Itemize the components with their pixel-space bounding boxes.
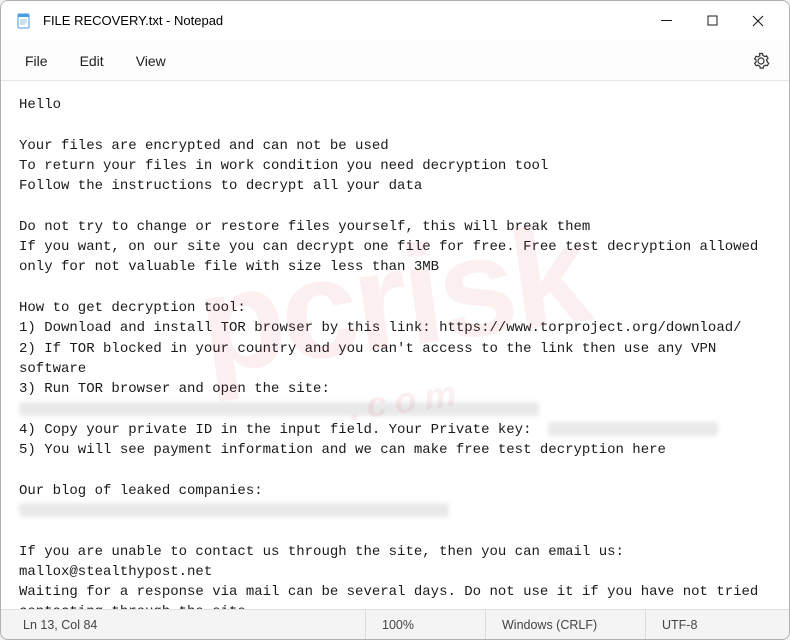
text-line: Your files are encrypted and can not be …	[19, 138, 389, 154]
redacted-blog-url	[19, 503, 449, 517]
window-controls	[643, 5, 781, 37]
text-line: Our blog of leaked companies:	[19, 483, 263, 499]
redacted-private-key	[548, 422, 718, 436]
settings-button[interactable]	[743, 43, 779, 79]
minimize-icon	[661, 15, 672, 26]
notepad-app-icon	[15, 12, 33, 30]
close-button[interactable]	[735, 5, 781, 37]
minimize-button[interactable]	[643, 5, 689, 37]
text-line: 5) You will see payment information and …	[19, 442, 666, 458]
text-line: 3) Run TOR browser and open the site:	[19, 381, 330, 397]
text-line: Follow the instructions to decrypt all y…	[19, 178, 422, 194]
text-line: 1) Download and install TOR browser by t…	[19, 320, 742, 336]
text-line: Waiting for a response via mail can be s…	[19, 584, 767, 609]
text-line: mallox@stealthypost.net	[19, 564, 212, 580]
window-title: FILE RECOVERY.txt - Notepad	[43, 13, 223, 28]
text-line: If you are unable to contact us through …	[19, 544, 624, 560]
menu-view[interactable]: View	[122, 47, 180, 75]
text-line: Hello	[19, 97, 61, 113]
notepad-window: FILE RECOVERY.txt - Notepad File Edit Vi…	[0, 0, 790, 640]
status-zoom: 100%	[365, 610, 485, 639]
gear-icon	[752, 52, 770, 70]
text-line: Do not try to change or restore files yo…	[19, 219, 590, 235]
status-eol: Windows (CRLF)	[485, 610, 645, 639]
maximize-icon	[707, 15, 718, 26]
menu-edit[interactable]: Edit	[66, 47, 118, 75]
text-line: If you want, on our site you can decrypt…	[19, 239, 767, 275]
redacted-onion-url	[19, 402, 539, 416]
status-encoding: UTF-8	[645, 610, 785, 639]
titlebar: FILE RECOVERY.txt - Notepad	[1, 1, 789, 41]
menu-file[interactable]: File	[11, 47, 62, 75]
text-line: 4) Copy your private ID in the input fie…	[19, 422, 548, 438]
text-line: 2) If TOR blocked in your country and yo…	[19, 341, 725, 377]
status-position: Ln 13, Col 84	[5, 610, 365, 639]
text-editor[interactable]: Hello Your files are encrypted and can n…	[1, 81, 789, 609]
statusbar: Ln 13, Col 84 100% Windows (CRLF) UTF-8	[1, 609, 789, 639]
maximize-button[interactable]	[689, 5, 735, 37]
text-line: How to get decryption tool:	[19, 300, 246, 316]
menubar: File Edit View	[1, 41, 789, 81]
text-line: To return your files in work condition y…	[19, 158, 548, 174]
close-icon	[752, 15, 764, 27]
